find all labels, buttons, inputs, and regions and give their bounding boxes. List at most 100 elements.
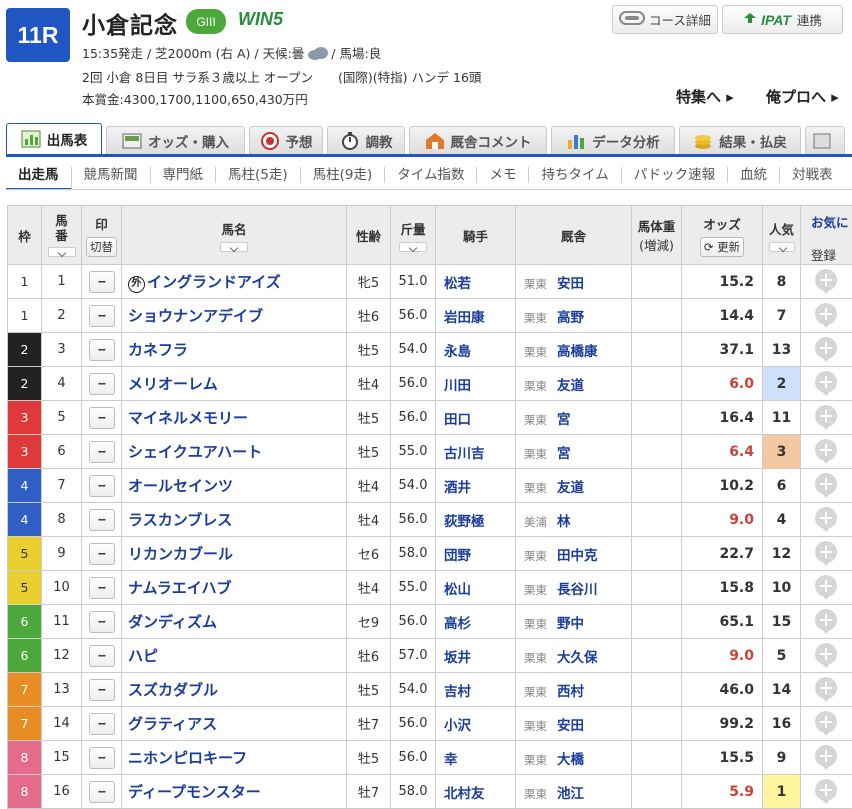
horse-name-link[interactable]: オールセインツ bbox=[128, 477, 233, 495]
header-popularity[interactable]: 人気 bbox=[762, 205, 801, 265]
trainer-link[interactable]: 安田 bbox=[557, 276, 584, 292]
mark-select[interactable]: -- bbox=[88, 610, 115, 633]
jockey-link[interactable]: 松山 bbox=[435, 570, 516, 605]
header-umaban[interactable]: 馬番 bbox=[41, 205, 82, 265]
jockey-link[interactable]: 団野 bbox=[435, 536, 516, 571]
sort-icon[interactable] bbox=[220, 241, 248, 252]
subtab-matchups[interactable]: 対戦表 bbox=[780, 167, 845, 183]
mark-select[interactable]: -- bbox=[88, 576, 115, 599]
ore-pro-link[interactable]: 俺プロへ ▸ bbox=[766, 86, 839, 107]
horse-name-cell[interactable]: グラティアス bbox=[121, 706, 347, 741]
tab-entry-table[interactable]: 出馬表 bbox=[6, 123, 102, 154]
horse-name-link[interactable]: スズカダブル bbox=[128, 681, 218, 699]
horse-name-cell[interactable]: ハピ bbox=[121, 638, 347, 673]
horse-name-cell[interactable]: メリオーレム bbox=[121, 366, 347, 401]
horse-name-cell[interactable]: スズカダブル bbox=[121, 672, 347, 707]
subtab-entries[interactable]: 出走馬 bbox=[6, 166, 72, 189]
jockey-link[interactable]: 岩田康 bbox=[435, 298, 516, 333]
mark-select[interactable]: -- bbox=[88, 712, 115, 735]
horse-name-cell[interactable]: ダンディズム bbox=[121, 604, 347, 639]
subtab-memo[interactable]: メモ bbox=[477, 166, 530, 183]
trainer-link[interactable]: 西村 bbox=[557, 684, 584, 700]
special-feature-link[interactable]: 特集へ ▸ bbox=[676, 86, 734, 107]
horse-name-link[interactable]: シェイクユアハート bbox=[128, 443, 262, 461]
mark-select[interactable]: -- bbox=[88, 440, 115, 463]
jockey-link[interactable]: 松若 bbox=[435, 264, 516, 299]
subtab-pedigree[interactable]: 血統 bbox=[728, 166, 781, 183]
horse-name-link[interactable]: ダンディズム bbox=[128, 613, 217, 631]
horse-name-link[interactable]: マイネルメモリー bbox=[128, 409, 248, 427]
mark-select[interactable]: -- bbox=[88, 678, 115, 701]
horse-name-link[interactable]: ナムラエイハブ bbox=[128, 579, 232, 597]
subtab-time-index[interactable]: タイム指数 bbox=[385, 166, 478, 183]
mark-select[interactable]: -- bbox=[88, 406, 115, 429]
horse-name-cell[interactable]: ディープモンスター bbox=[121, 774, 347, 809]
horse-name-link[interactable]: グラティアス bbox=[128, 715, 217, 733]
horse-name-cell[interactable]: 外イングランドアイズ bbox=[121, 264, 347, 299]
subtab-best-time[interactable]: 持ちタイム bbox=[529, 166, 622, 183]
trainer-link[interactable]: 宮 bbox=[557, 412, 571, 428]
sort-icon[interactable] bbox=[768, 241, 795, 252]
mark-toggle-button[interactable]: 切替 bbox=[86, 236, 117, 257]
trainer-link[interactable]: 友道 bbox=[557, 378, 584, 394]
trainer-link[interactable]: 林 bbox=[557, 514, 571, 530]
trainer-link[interactable]: 大久保 bbox=[557, 650, 598, 666]
horse-name-cell[interactable]: ショウナンアデイブ bbox=[121, 298, 347, 333]
mark-select[interactable]: -- bbox=[88, 508, 115, 531]
subtab-newspaper[interactable]: 競馬新聞 bbox=[72, 166, 151, 183]
jockey-link[interactable]: 荻野極 bbox=[435, 502, 516, 537]
jockey-link[interactable]: 幸 bbox=[435, 740, 516, 775]
horse-name-cell[interactable]: リカンカブール bbox=[121, 536, 347, 571]
subtab-past5[interactable]: 馬柱(5走) bbox=[216, 166, 301, 183]
jockey-link[interactable]: 小沢 bbox=[435, 706, 516, 741]
trainer-link[interactable]: 野中 bbox=[557, 616, 584, 632]
jockey-link[interactable]: 高杉 bbox=[435, 604, 516, 639]
trainer-link[interactable]: 池江 bbox=[557, 786, 584, 802]
mark-select[interactable]: -- bbox=[88, 474, 115, 497]
mark-select[interactable]: -- bbox=[88, 372, 115, 395]
mark-select[interactable]: -- bbox=[88, 780, 115, 803]
odds-refresh-button[interactable]: ⟳ 更新 bbox=[699, 236, 745, 257]
horse-name-cell[interactable]: ラスカンブレス bbox=[121, 502, 347, 537]
horse-name-link[interactable]: カネフラ bbox=[128, 341, 188, 359]
mark-select[interactable]: -- bbox=[88, 304, 115, 327]
horse-name-link[interactable]: ショウナンアデイブ bbox=[128, 307, 263, 325]
horse-name-cell[interactable]: マイネルメモリー bbox=[121, 400, 347, 435]
header-horse-name[interactable]: 馬名 bbox=[121, 205, 347, 265]
jockey-link[interactable]: 川田 bbox=[435, 366, 516, 401]
sort-icon[interactable] bbox=[47, 247, 76, 257]
course-detail-button[interactable]: コース詳細 bbox=[612, 5, 718, 34]
horse-name-cell[interactable]: ナムラエイハブ bbox=[121, 570, 347, 605]
mark-select[interactable]: -- bbox=[88, 746, 115, 769]
horse-name-link[interactable]: ディープモンスター bbox=[128, 783, 261, 801]
horse-name-link[interactable]: メリオーレム bbox=[128, 375, 218, 393]
horse-name-link[interactable]: イングランドアイズ bbox=[147, 273, 281, 291]
tab-more[interactable] bbox=[805, 126, 845, 154]
jockey-link[interactable]: 古川吉 bbox=[435, 434, 516, 469]
horse-name-cell[interactable]: シェイクユアハート bbox=[121, 434, 347, 469]
trainer-link[interactable]: 宮 bbox=[557, 446, 571, 462]
subtab-special-paper[interactable]: 専門紙 bbox=[151, 166, 216, 183]
trainer-link[interactable]: 安田 bbox=[557, 718, 584, 734]
horse-name-cell[interactable]: カネフラ bbox=[121, 332, 347, 367]
tab-stable-comment[interactable]: 厩舎コメント bbox=[409, 126, 547, 154]
horse-name-cell[interactable]: ニホンピロキーフ bbox=[121, 740, 347, 775]
horse-name-cell[interactable]: オールセインツ bbox=[121, 468, 347, 503]
tab-training[interactable]: 調教 bbox=[327, 126, 405, 154]
sort-icon[interactable] bbox=[399, 241, 427, 252]
horse-name-link[interactable]: ラスカンブレス bbox=[128, 511, 232, 529]
jockey-link[interactable]: 永島 bbox=[435, 332, 516, 367]
mark-select[interactable]: -- bbox=[88, 338, 115, 361]
subtab-paddock[interactable]: パドック速報 bbox=[622, 166, 729, 183]
trainer-link[interactable]: 田中克 bbox=[557, 548, 598, 564]
jockey-link[interactable]: 酒井 bbox=[435, 468, 516, 503]
jockey-link[interactable]: 田口 bbox=[435, 400, 516, 435]
mark-select[interactable]: -- bbox=[88, 270, 115, 293]
horse-name-link[interactable]: ハピ bbox=[128, 647, 158, 665]
trainer-link[interactable]: 大橋 bbox=[557, 752, 584, 768]
trainer-link[interactable]: 高橋康 bbox=[557, 344, 598, 360]
mark-select[interactable]: -- bbox=[88, 542, 115, 565]
tab-results[interactable]: 結果・払戻 bbox=[679, 126, 801, 154]
subtab-past9[interactable]: 馬柱(9走) bbox=[301, 166, 386, 183]
tab-prediction[interactable]: 予想 bbox=[249, 126, 323, 154]
